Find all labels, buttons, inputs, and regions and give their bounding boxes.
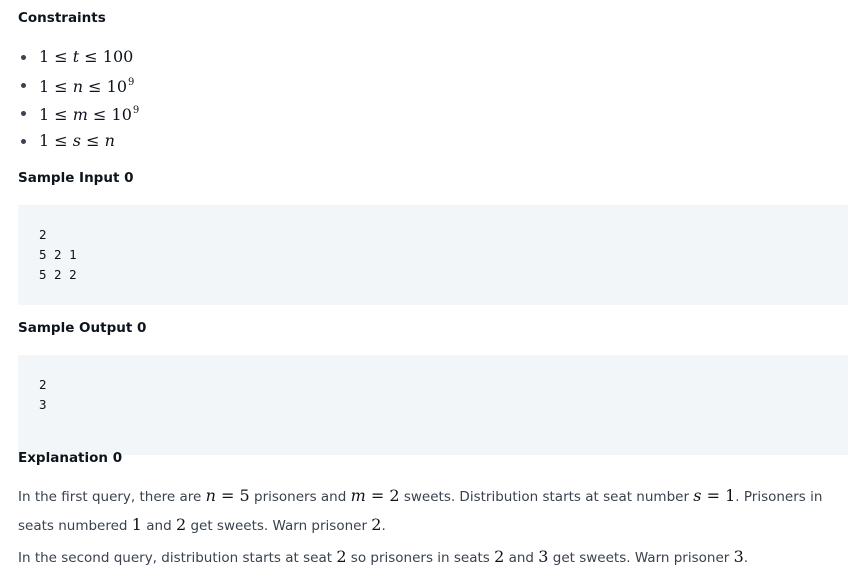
bullet-icon [21,82,26,88]
constraint-math: 1 ≤ s ≤ n [39,131,115,150]
sample-input-code[interactable]: 2 5 2 1 5 2 2 [18,205,848,305]
constraint-math: 1 ≤ m ≤ 109 [39,105,140,124]
sample-output-heading: Sample Output 0 [18,320,147,336]
explanation-paragraph-2: In the second query, distribution starts… [18,547,749,566]
constraint-item: 1 ≤ n ≤ 109 [18,71,139,99]
explanation-heading: Explanation 0 [18,450,123,466]
constraint-item: 1 ≤ s ≤ n [18,127,139,155]
constraint-math: 1 ≤ t ≤ 100 [39,47,134,66]
bullet-icon [21,54,26,60]
code-line: 2 [39,377,47,392]
code-line: 3 [39,397,47,412]
code-line: 2 [39,227,47,242]
constraint-item: 1 ≤ m ≤ 109 [18,99,139,127]
constraints-heading: Constraints [18,10,106,26]
code-line: 5 2 2 [39,267,77,282]
sample-output-code[interactable]: 2 3 [18,355,848,455]
constraints-list: 1 ≤ t ≤ 100 1 ≤ n ≤ 109 1 ≤ m ≤ 109 1 ≤ … [18,43,139,155]
constraint-item: 1 ≤ t ≤ 100 [18,43,139,71]
code-line: 5 2 1 [39,247,77,262]
bullet-icon [21,138,26,144]
explanation-paragraph-1: In the first query, there are n = 5 pris… [18,486,823,534]
sample-input-heading: Sample Input 0 [18,170,134,186]
bullet-icon [21,110,26,116]
